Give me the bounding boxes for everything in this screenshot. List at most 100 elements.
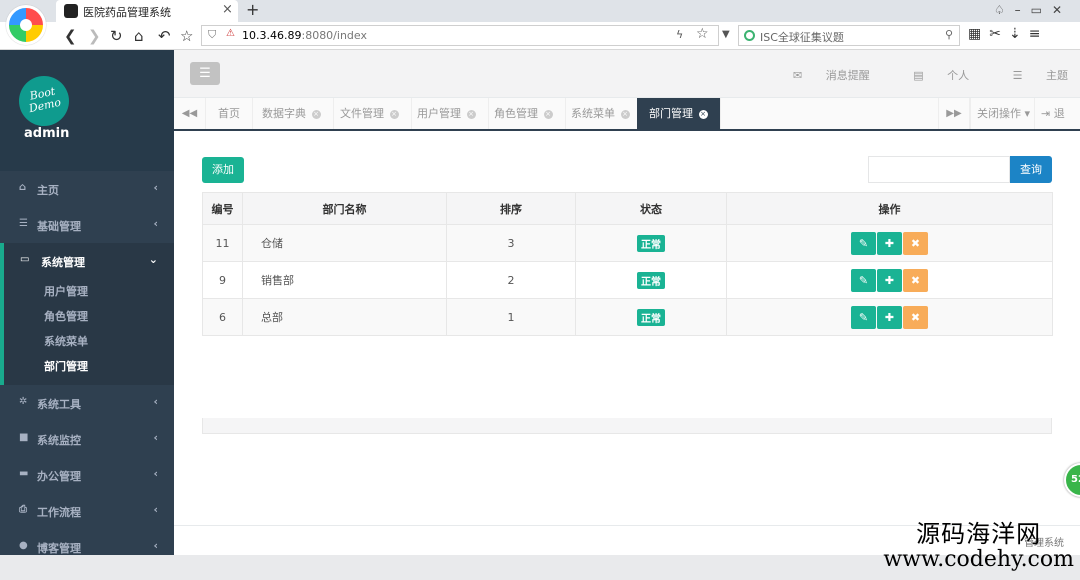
bookmark-star-icon[interactable]: ☆: [180, 27, 193, 45]
address-bar-row: ❮ ❯ ↻ ⌂ ↶ ☆ ⛉ ⚠ 10.3.46.89:8080/index ϟ …: [0, 22, 1080, 50]
favorite-star-icon[interactable]: ☆: [696, 26, 709, 42]
tab-departments[interactable]: 部门管理 ×: [637, 98, 721, 129]
maximize-icon[interactable]: ▭: [1031, 3, 1052, 17]
sidebar-sub-roles[interactable]: 角色管理: [4, 304, 174, 329]
column-header-id[interactable]: 编号: [202, 192, 243, 225]
minimize-icon[interactable]: –: [1015, 3, 1031, 17]
edit-button[interactable]: ✎: [851, 305, 876, 329]
home-icon[interactable]: ⌂: [134, 27, 144, 45]
table-row[interactable]: 9 销售部 2 正常 ✎ ✚ ✖: [202, 261, 1053, 299]
desktop-icon: ▭: [20, 254, 30, 265]
tab-users[interactable]: 用户管理 ×: [405, 98, 489, 129]
edit-button[interactable]: ✎: [851, 268, 876, 292]
cell-id: 9: [202, 261, 243, 299]
delete-button[interactable]: ✖: [903, 231, 928, 255]
bolt-icon[interactable]: ϟ: [676, 28, 683, 41]
cell-order: 1: [446, 298, 576, 336]
add-button[interactable]: 添加: [202, 157, 244, 183]
column-header-name[interactable]: 部门名称: [242, 192, 447, 225]
watermark: 源码海洋网 www.codehy.com: [883, 520, 1074, 572]
messages-link[interactable]: ✉ 消息提醒: [773, 69, 870, 82]
sidebar-item-home[interactable]: ⌂ 主页 ‹: [0, 171, 174, 207]
tab-dictionary[interactable]: 数据字典 ×: [250, 98, 334, 129]
tab-home[interactable]: 首页: [206, 98, 253, 129]
close-tab-icon[interactable]: ×: [311, 110, 321, 119]
close-tab-icon[interactable]: ×: [620, 110, 630, 119]
menu-icon[interactable]: ≡: [1029, 26, 1049, 42]
close-tab-icon[interactable]: ×: [698, 110, 708, 119]
close-window-icon[interactable]: ✕: [1052, 3, 1072, 17]
apps-icon[interactable]: ▦: [968, 26, 989, 42]
edit-button[interactable]: ✎: [851, 231, 876, 255]
sidebar: Boot Demo admin ⌂ 主页 ‹ ☰ 基础管理 ‹ ▭ 系统管理 ⌄…: [0, 50, 174, 555]
sidebar-group-system: ▭ 系统管理 ⌄ 用户管理 角色管理 系统菜单 部门管理: [0, 243, 174, 385]
new-tab-icon[interactable]: +: [246, 0, 259, 19]
close-tab-icon[interactable]: ×: [222, 2, 233, 17]
sidebar-item-system[interactable]: ▭ 系统管理 ⌄: [4, 243, 174, 279]
home-icon: ⌂: [19, 182, 27, 193]
column-header-order[interactable]: 排序: [446, 192, 576, 225]
sidebar-item-monitor[interactable]: ■ 系统监控 ‹: [0, 421, 174, 457]
sidebar-sub-menus[interactable]: 系统菜单: [4, 329, 174, 354]
column-header-status[interactable]: 状态: [575, 192, 727, 225]
browser-search-input[interactable]: ISC全球征集议题 ⚲: [738, 25, 960, 46]
logout-link[interactable]: ⇥ 退出: [1034, 98, 1080, 151]
sidebar-sub-departments[interactable]: 部门管理: [4, 354, 174, 379]
url-input[interactable]: ⛉ ⚠ 10.3.46.89:8080/index ϟ ☆: [201, 25, 719, 46]
add-child-button[interactable]: ✚: [877, 268, 902, 292]
browser-tab[interactable]: 医院药品管理系统 ×: [56, 0, 238, 22]
table-header-row: 编号 部门名称 排序 状态 操作: [202, 192, 1053, 225]
status-badge: 正常: [637, 308, 665, 326]
cell-name: 总部: [242, 298, 447, 336]
forward-icon[interactable]: ❯: [88, 27, 101, 45]
close-operations-dropdown[interactable]: 关闭操作 ▾: [970, 98, 1036, 129]
cell-id: 11: [202, 224, 243, 262]
tab-roles[interactable]: 角色管理 ×: [482, 98, 566, 129]
profile-header: Boot Demo admin: [0, 50, 174, 171]
add-child-button[interactable]: ✚: [877, 231, 902, 255]
skin-icon[interactable]: ♤: [994, 3, 1015, 17]
sidebar-item-workflow[interactable]: ⎙ 工作流程 ‹: [0, 493, 174, 529]
cell-name: 销售部: [242, 261, 447, 299]
delete-button[interactable]: ✖: [903, 268, 928, 292]
tabs-scroll-left-icon[interactable]: ◀◀: [174, 98, 206, 129]
sidebar-sub-users[interactable]: 用户管理: [4, 279, 174, 304]
boot-demo-logo[interactable]: Boot Demo: [14, 71, 74, 131]
table-row[interactable]: 11 仓储 3 正常 ✎ ✚ ✖: [202, 224, 1053, 262]
tab-files[interactable]: 文件管理 ×: [328, 98, 412, 129]
sidebar-item-office[interactable]: ▬ 办公管理 ‹: [0, 457, 174, 493]
sidebar-item-basic[interactable]: ☰ 基础管理 ‹: [0, 207, 174, 243]
table-row[interactable]: 6 总部 1 正常 ✎ ✚ ✖: [202, 298, 1053, 336]
personal-link[interactable]: ▤ 个人: [893, 69, 969, 82]
tab-menus[interactable]: 系统菜单 ×: [559, 98, 643, 129]
theme-link[interactable]: ☰ 主题: [993, 69, 1068, 82]
cell-id: 6: [202, 298, 243, 336]
cell-name: 仓储: [242, 224, 447, 262]
delete-button[interactable]: ✖: [903, 305, 928, 329]
username[interactable]: admin: [24, 126, 69, 141]
search-input[interactable]: [868, 156, 1010, 183]
url-text: 10.3.46.89:8080/index: [242, 29, 367, 42]
insecure-lock-icon: ⚠: [226, 28, 235, 39]
scissors-icon[interactable]: ✂: [989, 26, 1009, 42]
sidebar-item-tools[interactable]: ✲ 系统工具 ‹: [0, 385, 174, 421]
reload-icon[interactable]: ↻: [110, 27, 123, 45]
menu-toggle-button[interactable]: ☰: [190, 62, 220, 85]
chevron-down-icon[interactable]: ▼: [722, 29, 730, 40]
status-badge: 正常: [637, 234, 665, 252]
print-icon: ⎙: [19, 504, 27, 515]
close-tab-icon[interactable]: ×: [543, 110, 553, 119]
close-tab-icon[interactable]: ×: [466, 110, 476, 119]
search-icon[interactable]: ⚲: [945, 28, 953, 41]
close-tab-icon[interactable]: ×: [389, 110, 399, 119]
download-icon[interactable]: ⇣: [1009, 26, 1029, 42]
undo-icon[interactable]: ↶: [158, 27, 171, 45]
browser-logo-icon[interactable]: [6, 5, 46, 45]
tabs-scroll-right-icon[interactable]: ▶▶: [938, 98, 970, 129]
query-button[interactable]: 查询: [1010, 156, 1052, 183]
chevron-left-icon: ‹: [153, 467, 158, 480]
add-child-button[interactable]: ✚: [877, 305, 902, 329]
main-area: ☰ ✉ 消息提醒 ▤ 个人 ☰ 主题 ◀◀ 首页 数据字典 × 文件管理 × 用…: [174, 50, 1080, 555]
table-footer: [202, 418, 1052, 434]
back-icon[interactable]: ❮: [64, 27, 77, 45]
